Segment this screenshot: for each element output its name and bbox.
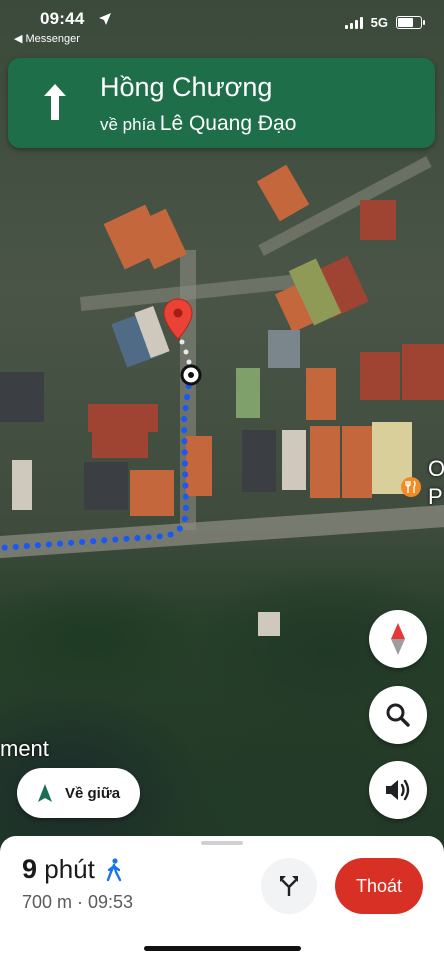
trip-summary-sheet[interactable]: 9 phút 700 m · 09:53 Thoát [0,836,444,960]
eta-minutes-value: 9 [22,854,38,884]
clock: 09:44 [40,9,85,28]
volume-icon [386,779,410,801]
straight-arrow-icon [44,84,66,120]
toward-prefix: về phía [100,115,156,134]
location-arrow-icon [99,13,111,25]
street-name: Hồng Chương [100,72,273,102]
signal-icon [344,16,363,29]
eta-duration: 9 phút [22,854,123,885]
toward-text: về phía Lê Quang Đạo [100,112,296,136]
alternate-routes-button[interactable] [261,858,317,914]
status-bar: 09:44 ◀ Messenger 5G [0,0,444,48]
eta-minutes: 9 phút [22,854,95,885]
back-to-app-link[interactable]: ◀ Messenger [14,32,80,45]
search-icon [386,703,410,727]
recenter-label: Về giữa [65,784,121,802]
navigation-arrow-icon [38,784,52,802]
map-place-label: ment [0,736,49,761]
compass-button[interactable] [369,610,427,668]
poi-label-partial: O [428,456,444,481]
eta-minutes-unit: phút [44,854,95,884]
restaurant-icon[interactable] [400,476,422,498]
navigation-instruction-card[interactable]: Hồng Chương về phía Lê Quang Đạo [8,58,435,148]
trip-distance-arrival: 700 m · 09:53 [22,892,134,912]
destination-pin-icon[interactable] [163,298,193,340]
sheet-handle[interactable] [201,841,243,845]
battery-icon [396,16,425,29]
exit-navigation-button[interactable]: Thoát [335,858,423,914]
search-button[interactable] [369,686,427,744]
route-fork-icon [280,876,298,896]
network-type: 5G [370,15,388,30]
compass-icon [391,623,405,655]
poi-label-partial: P [428,484,443,509]
walking-icon [106,857,122,881]
status-icons: 5G [344,15,425,30]
current-location-icon [180,364,202,386]
toward-street: Lê Quang Đạo [159,112,297,135]
sound-button[interactable] [369,761,427,819]
recenter-button[interactable]: Về giữa [17,768,140,818]
home-indicator[interactable] [144,946,301,951]
